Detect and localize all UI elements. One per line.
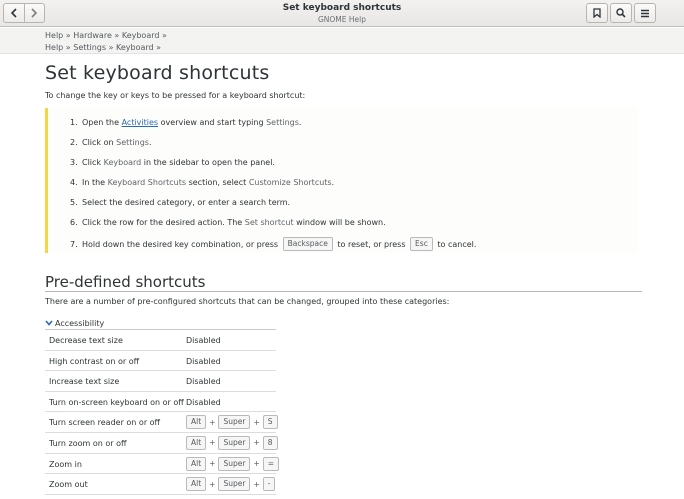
activities-link[interactable]: Activities xyxy=(122,118,159,127)
breadcrumb-link-help[interactable]: Help xyxy=(45,31,63,40)
step-item: 7. Hold down the desired key combination… xyxy=(70,237,476,251)
plus-sign: + xyxy=(253,417,260,427)
key-cap: Super xyxy=(218,415,251,430)
section-intro: There are a number of pre-configured sho… xyxy=(45,297,450,306)
shortcut-keys: Alt + Super + - xyxy=(186,477,276,492)
breadcrumb-line: Help » Settings » Keyboard » xyxy=(45,42,162,52)
gui-label: Set shortcut xyxy=(244,218,294,227)
key-cap: Super xyxy=(218,477,251,492)
chevron-down-icon xyxy=(45,320,53,326)
shortcut-value: Disabled xyxy=(186,397,221,407)
shortcut-name: Increase text size xyxy=(49,377,120,387)
breadcrumb-link-hardware[interactable]: Hardware xyxy=(73,31,112,40)
shortcut-name: Zoom in xyxy=(49,459,82,469)
table-row: Zoom in Alt + Super + = xyxy=(45,454,280,475)
key-cap: 8 xyxy=(262,435,278,450)
header-bar: Set keyboard shortcuts GNOME Help xyxy=(0,0,684,27)
shortcut-table: Decrease text size Disabled High contrast … xyxy=(45,330,280,495)
breadcrumb-link-settings[interactable]: Settings xyxy=(73,43,106,52)
gui-label: Keyboard Shortcuts xyxy=(107,178,187,187)
window-title: Set keyboard shortcuts xyxy=(282,3,402,13)
shortcut-name: Turn zoom on or off xyxy=(49,438,127,448)
breadcrumb-link-keyboard[interactable]: Keyboard xyxy=(116,43,154,52)
shortcut-keys: Alt + Super + = xyxy=(186,456,280,471)
help-page: Help » Hardware » Keyboard » Help » Sett… xyxy=(0,28,684,499)
shortcut-name: Decrease text size xyxy=(49,336,123,345)
table-row: Turn on-screen keyboard on or off Disable… xyxy=(45,392,276,413)
group-label: Accessibility xyxy=(55,318,105,328)
shortcut-name: Zoom out xyxy=(49,480,88,490)
shortcut-value: Disabled xyxy=(186,377,221,387)
breadcrumb-link-keyboard[interactable]: Keyboard xyxy=(122,31,160,40)
step-item: 5. Select the desired category, or enter… xyxy=(70,198,291,207)
page-title: Set keyboard shortcuts xyxy=(45,62,270,84)
shortcut-value: Disabled xyxy=(186,356,221,366)
breadcrumb-link-help[interactable]: Help xyxy=(45,43,63,52)
shortcut-name: High contrast on or off xyxy=(49,356,140,366)
key-cap: - xyxy=(262,477,276,492)
shortcut-name: Turn on-screen keyboard on or off xyxy=(49,397,184,407)
gui-label: Settings xyxy=(266,118,299,127)
bookmark-button[interactable] xyxy=(586,3,608,23)
key-cap: Super xyxy=(218,435,251,450)
breadcrumb-line: Help » Hardware » Keyboard » xyxy=(45,31,167,40)
page-intro: To change the key or keys to be pressed … xyxy=(45,91,306,100)
key-cap: Backspace xyxy=(282,237,333,251)
section-divider xyxy=(45,291,642,292)
plus-sign: + xyxy=(253,459,260,469)
step-item: 3. Click Keyboard in the sidebar to open… xyxy=(70,158,275,167)
plus-sign: + xyxy=(209,479,216,489)
section-title: Pre-defined shortcuts xyxy=(45,273,206,291)
search-button[interactable] xyxy=(610,3,632,23)
step-item: 6. Click the row for the desired action.… xyxy=(70,218,386,227)
plus-sign: + xyxy=(209,438,216,448)
key-cap: Alt xyxy=(186,435,207,450)
breadcrumb: Help » Hardware » Keyboard » Help » Sett… xyxy=(0,28,684,54)
step-item: 2. Click on Settings . xyxy=(70,138,152,147)
search-icon xyxy=(616,8,626,18)
window-subtitle: GNOME Help xyxy=(317,15,367,24)
hamburger-menu-icon xyxy=(641,9,649,17)
key-cap: Alt xyxy=(186,456,207,471)
shortcut-value: Disabled xyxy=(186,336,221,345)
key-cap: = xyxy=(262,456,280,471)
shortcut-name: Turn screen reader on or off xyxy=(49,418,161,428)
plus-sign: + xyxy=(253,479,260,489)
key-cap: S xyxy=(262,415,278,430)
gui-label: Keyboard xyxy=(103,158,142,167)
step-item: 4. In the Keyboard Shortcuts section, se… xyxy=(70,178,335,187)
shortcut-keys: Alt + Super + S xyxy=(186,415,278,430)
shortcut-keys: Alt + Super +8 xyxy=(186,435,278,450)
accessibility-expander[interactable]: Accessibility xyxy=(45,317,104,329)
plus-sign: + xyxy=(209,417,216,427)
table-row: Zoom out Alt + Super + - xyxy=(45,474,276,495)
key-cap: Alt xyxy=(186,477,207,492)
gui-label: Settings xyxy=(116,138,149,147)
key-cap: Super xyxy=(218,456,251,471)
step-item: 1. Open the Activities overview and star… xyxy=(70,118,302,127)
menu-button[interactable] xyxy=(634,3,656,23)
table-row: Increase text size Disabled xyxy=(45,371,276,392)
table-row: High contrast on or off Disabled xyxy=(45,351,276,372)
table-row: Turn zoom on or off Alt + Super +8 xyxy=(45,433,278,454)
plus-sign: + xyxy=(209,459,216,469)
key-cap: Esc xyxy=(410,237,433,251)
table-row: Turn screen reader on or off Alt + Super + S xyxy=(45,412,278,433)
table-row: Decrease text size Disabled xyxy=(45,330,276,351)
key-cap: Alt xyxy=(186,415,207,430)
gui-label: Customize Shortcuts xyxy=(248,178,332,187)
bookmark-icon xyxy=(593,8,601,18)
steps-list: 1. Open the Activities overview and star… xyxy=(45,108,638,253)
plus-sign: + xyxy=(253,438,260,448)
